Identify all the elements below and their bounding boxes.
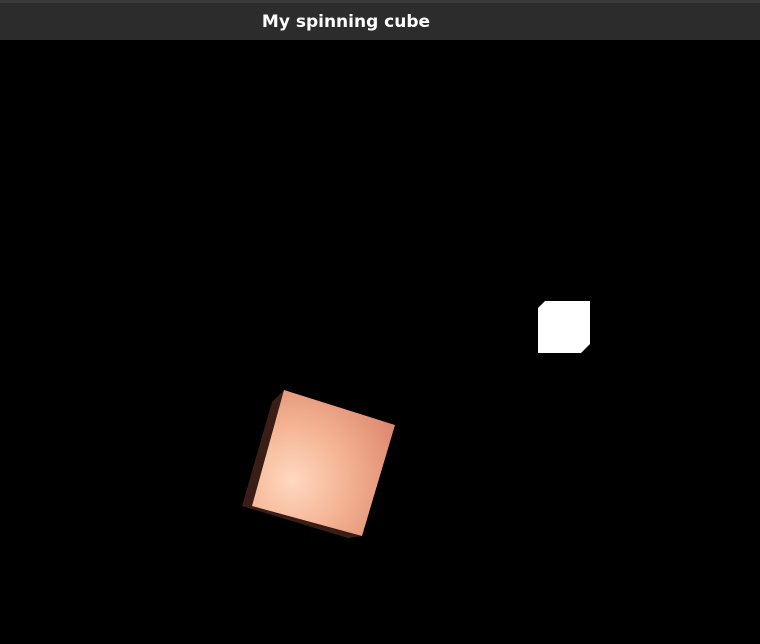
app-window: My spinning cube <box>0 0 760 644</box>
render-viewport[interactable] <box>0 40 760 644</box>
window-title: My spinning cube <box>261 11 431 32</box>
title-bar[interactable]: My spinning cube <box>0 0 760 40</box>
light-source-cube <box>538 301 590 353</box>
scene-canvas <box>242 301 590 538</box>
